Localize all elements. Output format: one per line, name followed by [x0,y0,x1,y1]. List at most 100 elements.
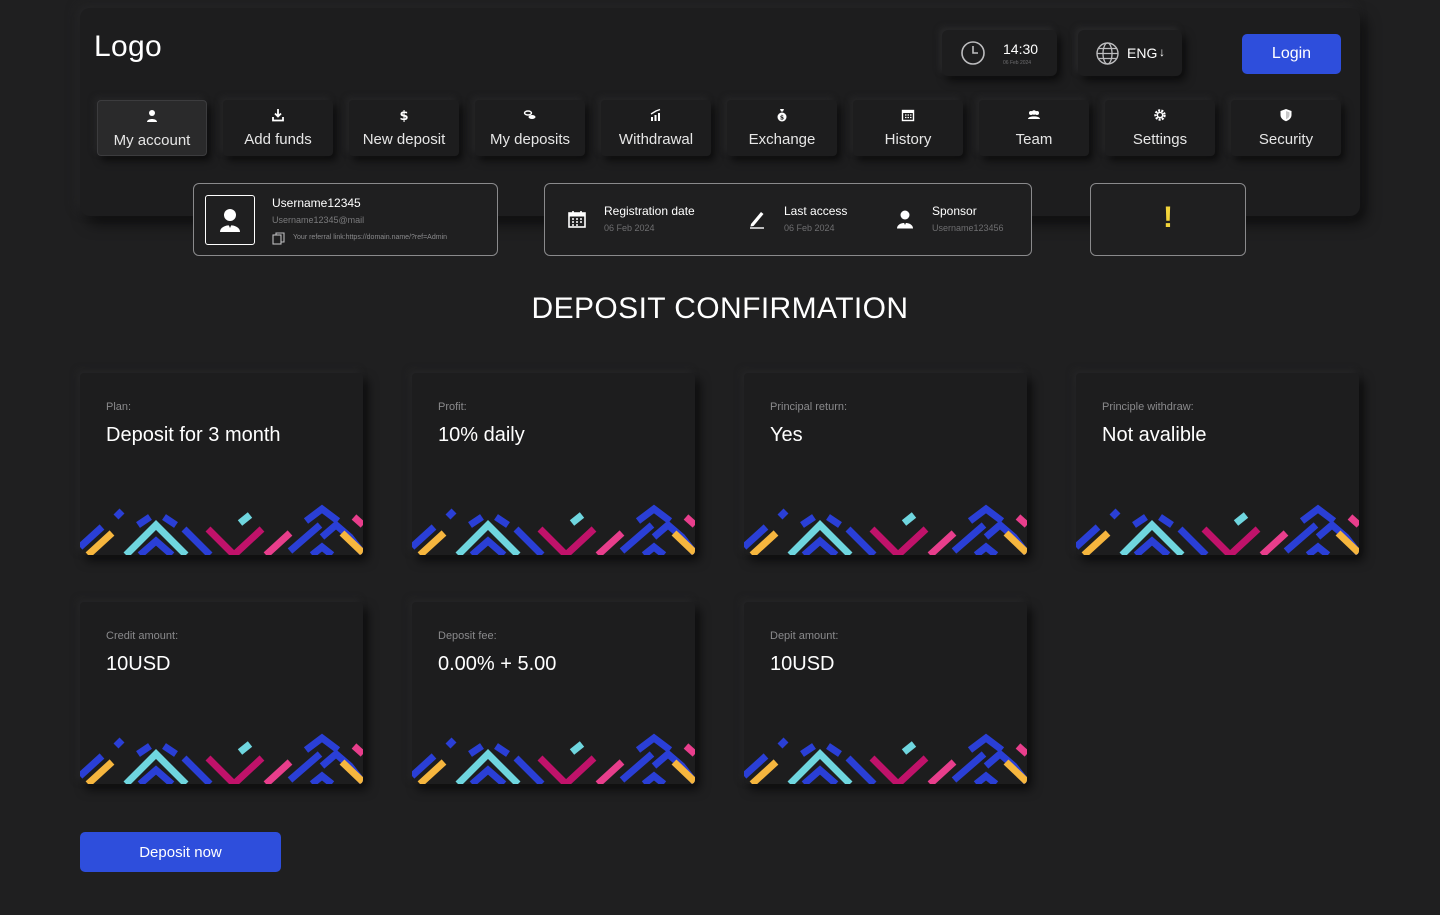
pattern-stripe [513,755,545,784]
avatar[interactable] [205,195,255,245]
nav-my-account[interactable]: My account [97,100,207,156]
nav-add-funds[interactable]: Add funds [223,100,333,156]
pattern-stripe [537,526,597,555]
pattern-stripe [683,514,695,528]
meta-value: 06 Feb 2024 [604,223,655,233]
detail-label: Profit: [438,401,467,413]
pattern-stripe [927,530,957,555]
referral-link[interactable]: Your referral link:https://domain.name/?… [293,234,447,241]
pattern-stripe [569,741,585,755]
pattern-stripe [1299,504,1337,524]
pattern-stripe [826,514,842,528]
clock-time: 14:30 [1003,41,1039,57]
nav-security[interactable]: Security [1231,100,1341,156]
user-icon [897,210,913,229]
alert-card[interactable]: ! [1090,183,1246,256]
detail-label: Depit amount: [770,630,839,642]
dollar-icon: $ [399,109,408,122]
pattern-stripe [287,751,323,783]
pen-icon [750,212,764,229]
pattern-stripe [1015,514,1027,528]
pattern-stripe [205,755,265,784]
pattern-stripe [1132,514,1148,528]
pattern-stripe [237,741,253,755]
page-title: DEPOSIT CONFIRMATION [531,292,909,325]
meta-label: Sponsor [932,204,977,218]
nav-my-deposits[interactable]: My deposits [475,100,585,156]
pattern-stripe [113,508,125,520]
pattern-stripe [635,733,673,753]
pattern-stripe [901,741,917,755]
language-value: ENG [1127,45,1158,61]
logo[interactable]: Logo [94,30,162,64]
pattern-stripe [494,743,510,757]
username: Username12345 [272,196,361,210]
pattern-stripe [777,508,789,520]
pattern-stripe [967,504,1005,524]
pattern-stripe [513,526,545,555]
pattern-stripe [1347,514,1359,528]
calendar-icon [568,211,586,228]
clock-widget: 14:30 06 Feb 2024 [942,30,1057,76]
pattern-stripe [801,536,839,555]
detail-card-principal-return: Principal return: Yes [744,373,1027,555]
decorative-pattern [412,504,695,555]
nav-label: Exchange [748,131,816,148]
nav-withdrawal[interactable]: Withdrawal [601,100,711,156]
nav-history[interactable]: History [853,100,963,156]
nav-exchange[interactable]: $ Exchange [727,100,837,156]
pattern-stripe [136,514,152,528]
detail-label: Deposit fee: [438,630,497,642]
pattern-stripe [263,530,293,555]
detail-card-deposit-fee: Deposit fee: 0.00% + 5.00 [412,602,695,784]
pattern-stripe [137,536,175,555]
deposit-now-button[interactable]: Deposit now [80,832,281,872]
meta-label: Last access [784,204,848,218]
pattern-stripe [1283,522,1319,554]
chart-up-icon [650,108,661,121]
login-button[interactable]: Login [1242,34,1341,74]
nav-label: Security [1258,131,1314,148]
pattern-stripe [1133,536,1171,555]
decorative-pattern [1076,504,1359,555]
meta-value: Username123456 [932,223,1004,233]
download-icon [272,109,284,122]
last-access: Last access 06 Feb 2024 [725,184,875,257]
pattern-stripe [569,512,585,526]
pattern-stripe [237,512,253,526]
pattern-stripe [351,514,363,528]
pattern-stripe [869,755,929,784]
pattern-stripe [1259,530,1289,555]
pattern-stripe [445,737,457,749]
detail-value: 10USD [770,653,835,675]
pattern-stripe [181,755,213,784]
gear-icon [1154,109,1166,121]
nav-settings[interactable]: Settings [1105,100,1215,156]
decorative-pattern [80,733,363,784]
pattern-stripe [351,743,363,757]
detail-card-principle-withdraw: Principle withdraw: Not avalible [1076,373,1359,555]
pattern-stripe [951,751,987,783]
pattern-stripe [263,759,293,784]
pattern-stripe [1201,526,1261,555]
nav-label: Add funds [244,131,312,148]
pattern-stripe [1233,512,1249,526]
pattern-stripe [641,771,667,784]
copy-icon[interactable] [272,232,285,245]
pattern-stripe [468,514,484,528]
user-card: Username12345 Username12345@mail Your re… [193,183,498,256]
pattern-stripe [537,755,597,784]
pattern-stripe [445,508,457,520]
pattern-stripe [619,522,655,554]
nav-team[interactable]: Team [979,100,1089,156]
language-selector[interactable]: ENG ↓ [1078,30,1182,76]
detail-label: Credit amount: [106,630,179,642]
exclamation-icon: ! [1163,201,1173,234]
user-icon [147,110,157,122]
pattern-stripe [777,737,789,749]
pattern-stripe [801,765,839,784]
decorative-pattern [412,733,695,784]
nav-label: History [884,131,932,148]
nav-new-deposit[interactable]: $ New deposit [349,100,459,156]
nav-label: Team [1015,131,1053,148]
